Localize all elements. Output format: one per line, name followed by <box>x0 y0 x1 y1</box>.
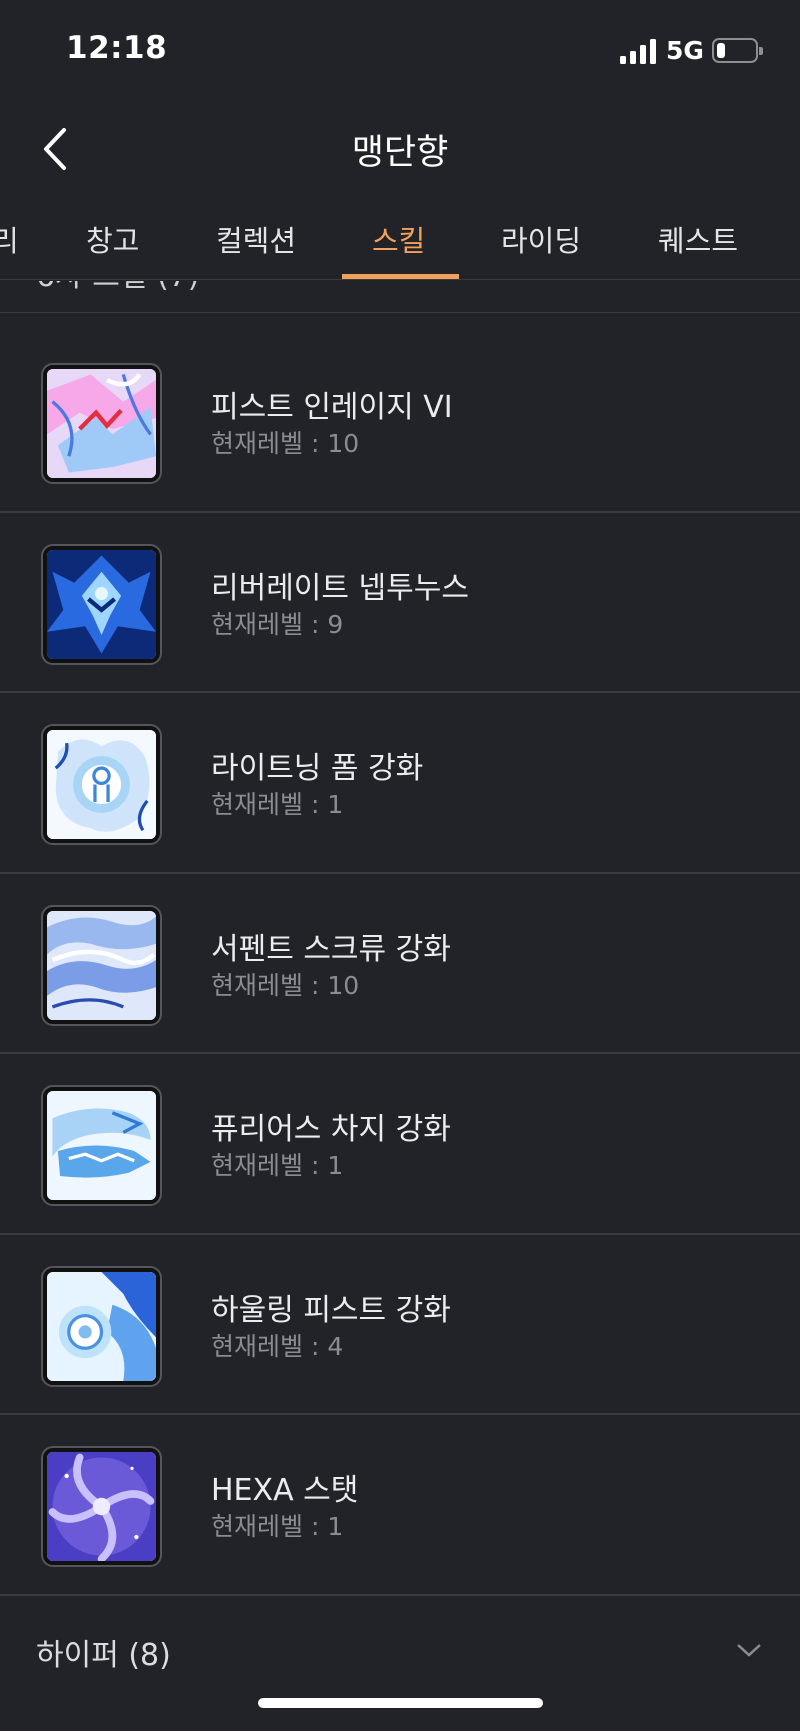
skill-level: 현재레벨 : 1 <box>211 790 344 819</box>
network-type: 5G <box>666 36 704 65</box>
furious-charge-icon <box>43 1087 160 1204</box>
skill-name: 퓨리어스 차지 강화 <box>211 1112 451 1147</box>
skill-name: 하울링 피스트 강화 <box>211 1292 451 1328</box>
fist-enrage-icon <box>43 365 160 482</box>
hexa-stat-icon <box>43 1448 160 1565</box>
skill-list: 피스트 인레이지 VI 현재레벨 : 10 리버레이트 넵투누스 현재레벨 : … <box>0 332 800 1596</box>
skill-level: 현재레벨 : 1 <box>211 1512 344 1541</box>
howling-fist-icon <box>43 1267 160 1385</box>
skill-row[interactable]: 라이트닝 폼 강화 현재레벨 : 1 <box>0 693 800 874</box>
skill-row[interactable]: 하울링 피스트 강화 현재레벨 : 4 <box>0 1235 800 1415</box>
skill-row[interactable]: 리버레이트 넵투누스 현재레벨 : 9 <box>0 513 800 693</box>
skill-name: 리버레이트 넵투누스 <box>211 570 469 606</box>
skill-row[interactable]: 서펜트 스크류 강화 현재레벨 : 10 <box>0 874 800 1054</box>
skill-row[interactable]: 피스트 인레이지 VI 현재레벨 : 10 <box>0 332 800 513</box>
skill-row[interactable]: HEXA 스탯 현재레벨 : 1 <box>0 1415 800 1596</box>
skill-name: HEXA 스탯 <box>211 1473 359 1508</box>
skill-level: 현재레벨 : 4 <box>211 1331 344 1361</box>
home-indicator <box>258 1698 543 1708</box>
chevron-down-icon <box>737 1644 761 1657</box>
tab-skill[interactable]: 스킬 <box>372 218 425 260</box>
status-bar: 12:18 5G <box>0 0 800 100</box>
page-title: 맹단향 <box>351 133 449 173</box>
skill-name: 서펜트 스크류 강화 <box>211 931 451 967</box>
skill-row[interactable]: 퓨리어스 차지 강화 현재레벨 : 1 <box>0 1054 800 1235</box>
skill-name: 피스트 인레이지 VI <box>211 390 453 425</box>
battery-icon <box>712 38 763 63</box>
nav-bar: 맹단향 <box>0 100 800 190</box>
lightning-form-icon <box>43 726 160 843</box>
skill-name: 라이트닝 폼 강화 <box>211 751 424 786</box>
hyper-group-header[interactable]: 하이퍼 (8) <box>0 1596 800 1704</box>
serpent-screw-icon <box>43 906 160 1024</box>
skill-content: 6차 스킬 (7) 피스트 인레이지 VI 현재레벨 : 10 <box>0 281 800 1731</box>
skill-group-label: 6차 스킬 (7) <box>36 281 199 295</box>
signal-icon <box>620 38 656 64</box>
tab-bar: 리 창고 컬렉션 스킬 라이딩 퀘스트 <box>0 190 800 280</box>
tab-collection[interactable]: 컬렉션 <box>216 218 296 260</box>
tab-storage[interactable]: 창고 <box>86 218 139 260</box>
skill-level: 현재레벨 : 10 <box>211 429 360 458</box>
tab-partial[interactable]: 리 <box>0 218 19 260</box>
status-time: 12:18 <box>66 30 168 66</box>
skill-level: 현재레벨 : 9 <box>211 609 344 639</box>
skill-level: 현재레벨 : 10 <box>211 970 360 1000</box>
liberate-neptunus-icon <box>43 545 160 663</box>
active-tab-indicator <box>342 274 459 279</box>
tab-quest[interactable]: 퀘스트 <box>658 218 738 260</box>
hyper-group-label: 하이퍼 (8) <box>36 1638 171 1673</box>
tab-riding[interactable]: 라이딩 <box>501 218 581 260</box>
skill-group-header[interactable]: 6차 스킬 (7) <box>0 281 800 313</box>
skill-level: 현재레벨 : 1 <box>211 1151 344 1180</box>
